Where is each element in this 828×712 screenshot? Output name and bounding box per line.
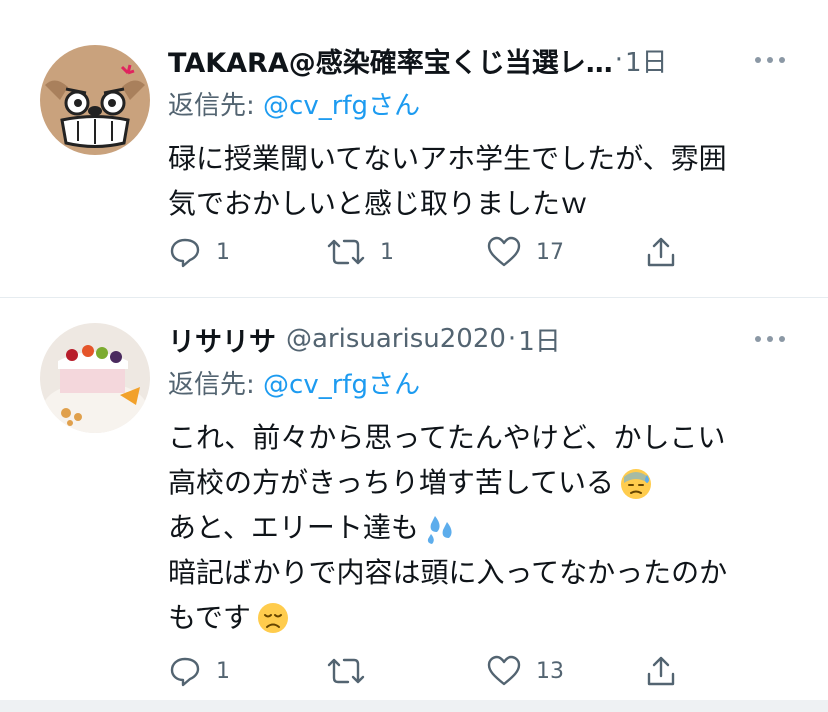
tweet-text-line: 碌に授業聞いてないアホ学生でしたが、雰囲 (168, 142, 727, 175)
like-button[interactable]: 17 (486, 232, 564, 272)
avatar-takara[interactable] (40, 45, 150, 155)
separator-dot: · (507, 324, 517, 354)
tweet-text: 碌に授業聞いてないアホ学生でしたが、雰囲 気でおかしいと感じ取りましたｗ (168, 136, 788, 226)
reply-prefix: 返信先: (168, 91, 264, 121)
reply-icon (170, 238, 200, 268)
sweat-face-emoji-icon (621, 468, 652, 499)
heart-icon (487, 236, 521, 267)
retweet-icon (327, 658, 365, 684)
tweet-actions: 1 13 (168, 651, 688, 691)
sweat-droplets-emoji-icon (427, 515, 452, 544)
share-icon (647, 237, 675, 267)
reply-icon (170, 657, 200, 687)
reply-mention-link[interactable]: @cv_rfg (263, 91, 368, 121)
like-count: 13 (536, 658, 564, 684)
tweet-header: TAKARA@感染確率宝くじ当選レ… · 1日 (168, 36, 788, 84)
reply-suffix: さん (368, 91, 421, 121)
reply-button[interactable]: 1 (168, 651, 230, 691)
more-options-icon[interactable] (752, 325, 788, 353)
tweet-text-line: 高校の方がきっちり増す苦している (168, 460, 788, 505)
display-name[interactable]: TAKARA@感染確率宝くじ当選レ… (168, 41, 613, 80)
more-options-icon[interactable] (752, 46, 788, 74)
like-count: 17 (536, 239, 564, 265)
reply-mention-link[interactable]: @cv_rfg (263, 370, 368, 400)
timestamp[interactable]: 1日 (518, 321, 561, 358)
tweet-text-line: 暗記ばかりで内容は頭に入ってなかったのか (168, 550, 788, 595)
bottom-divider (0, 700, 828, 712)
display-name[interactable]: リサリサ (168, 320, 276, 359)
retweet-icon (327, 239, 365, 265)
tweet-text: これ、前々から思ってたんやけど、かしこい 高校の方がきっちり増す苦している あと… (168, 415, 788, 640)
tweet-text-segment: 暗記ばかりで内容は頭に入ってなかったのか (168, 556, 728, 589)
reply-context: 返信先: @cv_rfgさん (168, 363, 788, 407)
heart-icon (487, 655, 521, 686)
tweet-text-line: 気でおかしいと感じ取りましたｗ (168, 187, 589, 220)
tweet-text-line: これ、前々から思ってたんやけど、かしこい (168, 415, 788, 460)
tweet-content: リサリサ @arisuarisu2020 · 1日 返信先: @cv_rfgさん… (168, 315, 788, 687)
user-handle[interactable]: @arisuarisu2020 (286, 324, 506, 354)
tweet-actions: 1 1 17 (168, 232, 688, 272)
tweet-text-segment: もです (168, 601, 251, 634)
reply-count: 1 (216, 239, 230, 265)
share-icon (647, 656, 675, 686)
like-button[interactable]: 13 (486, 651, 564, 691)
reply-count: 1 (216, 658, 230, 684)
timestamp[interactable]: 1日 (625, 42, 668, 79)
tweet-text-segment: これ、前々から思ってたんやけど、かしこい (168, 421, 726, 454)
tweet-text-line: もです (168, 595, 788, 640)
reply-prefix: 返信先: (168, 370, 264, 400)
share-button[interactable] (644, 232, 678, 272)
tweet-text-line: あと、エリート達も (168, 505, 788, 550)
tweet-text-segment: あと、エリート達も (168, 511, 419, 544)
tweet-2[interactable]: リサリサ @arisuarisu2020 · 1日 返信先: @cv_rfgさん… (0, 298, 828, 700)
cake-avatar-icon (40, 323, 150, 433)
tweet-content: TAKARA@感染確率宝くじ当選レ… · 1日 返信先: @cv_rfgさん 碌… (168, 36, 788, 268)
tweet-text-segment: 高校の方がきっちり増す苦している (168, 466, 615, 499)
tweet-header: リサリサ @arisuarisu2020 · 1日 (168, 315, 788, 363)
share-button[interactable] (644, 651, 678, 691)
disappointed-face-emoji-icon (257, 602, 288, 633)
avatar-risarisa[interactable] (40, 323, 150, 433)
reply-button[interactable]: 1 (168, 232, 230, 272)
retweet-button[interactable]: 1 (326, 232, 394, 272)
tweet-1[interactable]: TAKARA@感染確率宝くじ当選レ… · 1日 返信先: @cv_rfgさん 碌… (0, 0, 828, 298)
reply-suffix: さん (368, 370, 421, 400)
reply-context: 返信先: @cv_rfgさん (168, 84, 788, 128)
separator-dot: · (614, 45, 623, 75)
retweet-button[interactable] (326, 651, 380, 691)
dog-avatar-icon (40, 45, 150, 155)
retweet-count: 1 (380, 239, 394, 265)
